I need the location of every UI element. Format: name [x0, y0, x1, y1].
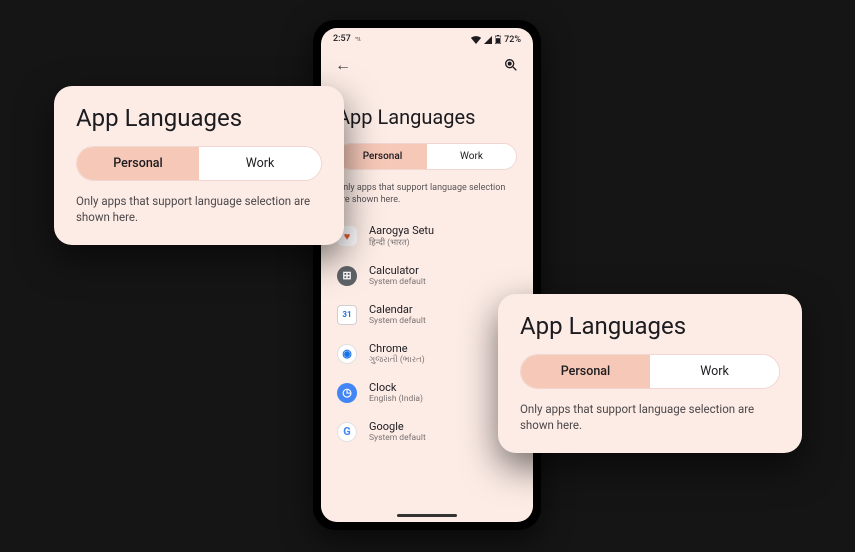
tab-personal[interactable]: Personal	[338, 144, 427, 169]
calculator-icon: ⊞	[337, 266, 357, 286]
tab-personal[interactable]: Personal	[77, 147, 199, 180]
profile-toggle: Personal Work	[337, 143, 517, 170]
tab-personal[interactable]: Personal	[521, 355, 650, 388]
chrome-icon: ◉	[337, 344, 357, 364]
app-name: Calculator	[369, 264, 426, 277]
wifi-icon	[471, 36, 481, 44]
tab-work[interactable]: Work	[199, 147, 321, 180]
nav-handle[interactable]	[397, 514, 457, 517]
app-sub: ગુજરાતી (ભારત)	[369, 355, 425, 365]
helper-text: Only apps that support language selectio…	[76, 193, 322, 225]
app-sub: English (India)	[369, 394, 423, 404]
calendar-icon: 31	[337, 305, 357, 325]
app-sub: System default	[369, 433, 426, 443]
helper-text: Only apps that support language selectio…	[321, 178, 533, 216]
callout-card-right: App Languages Personal Work Only apps th…	[498, 294, 802, 453]
signal-icon	[484, 36, 492, 44]
status-bar: 2:57 ฯเ 72%	[321, 28, 533, 47]
app-name: Calendar	[369, 303, 426, 316]
list-item[interactable]: ♥ Aarogya Setu हिन्दी (भारत)	[321, 216, 533, 256]
phone-screen: 2:57 ฯเ 72% ← App Language	[321, 28, 533, 522]
clock-icon: ◷	[337, 383, 357, 403]
app-name: Google	[369, 420, 426, 433]
status-tz: ฯเ	[355, 34, 361, 45]
list-item[interactable]: ⊞ Calculator System default	[321, 256, 533, 295]
helper-text: Only apps that support language selectio…	[520, 401, 780, 433]
battery-icon	[495, 35, 501, 44]
google-icon: G	[337, 422, 357, 442]
callout-card-left: App Languages Personal Work Only apps th…	[54, 86, 344, 245]
profile-toggle: Personal Work	[520, 354, 780, 389]
page-title: App Languages	[520, 312, 780, 340]
app-name: Aarogya Setu	[369, 224, 434, 237]
page-title: App Languages	[76, 104, 322, 132]
tab-work[interactable]: Work	[427, 144, 516, 169]
search-icon[interactable]	[503, 57, 519, 73]
app-name: Chrome	[369, 342, 425, 355]
tab-work[interactable]: Work	[650, 355, 779, 388]
topbar: ←	[321, 47, 533, 79]
back-icon[interactable]: ←	[335, 55, 351, 75]
phone-frame: 2:57 ฯเ 72% ← App Language	[313, 20, 541, 530]
status-time: 2:57	[333, 34, 351, 44]
app-name: Clock	[369, 381, 423, 394]
profile-toggle: Personal Work	[76, 146, 322, 181]
page-title: App Languages	[321, 79, 533, 143]
app-sub: System default	[369, 316, 426, 326]
app-sub: System default	[369, 277, 426, 287]
status-battery: 72%	[504, 35, 521, 45]
app-sub: हिन्दी (भारत)	[369, 237, 434, 248]
